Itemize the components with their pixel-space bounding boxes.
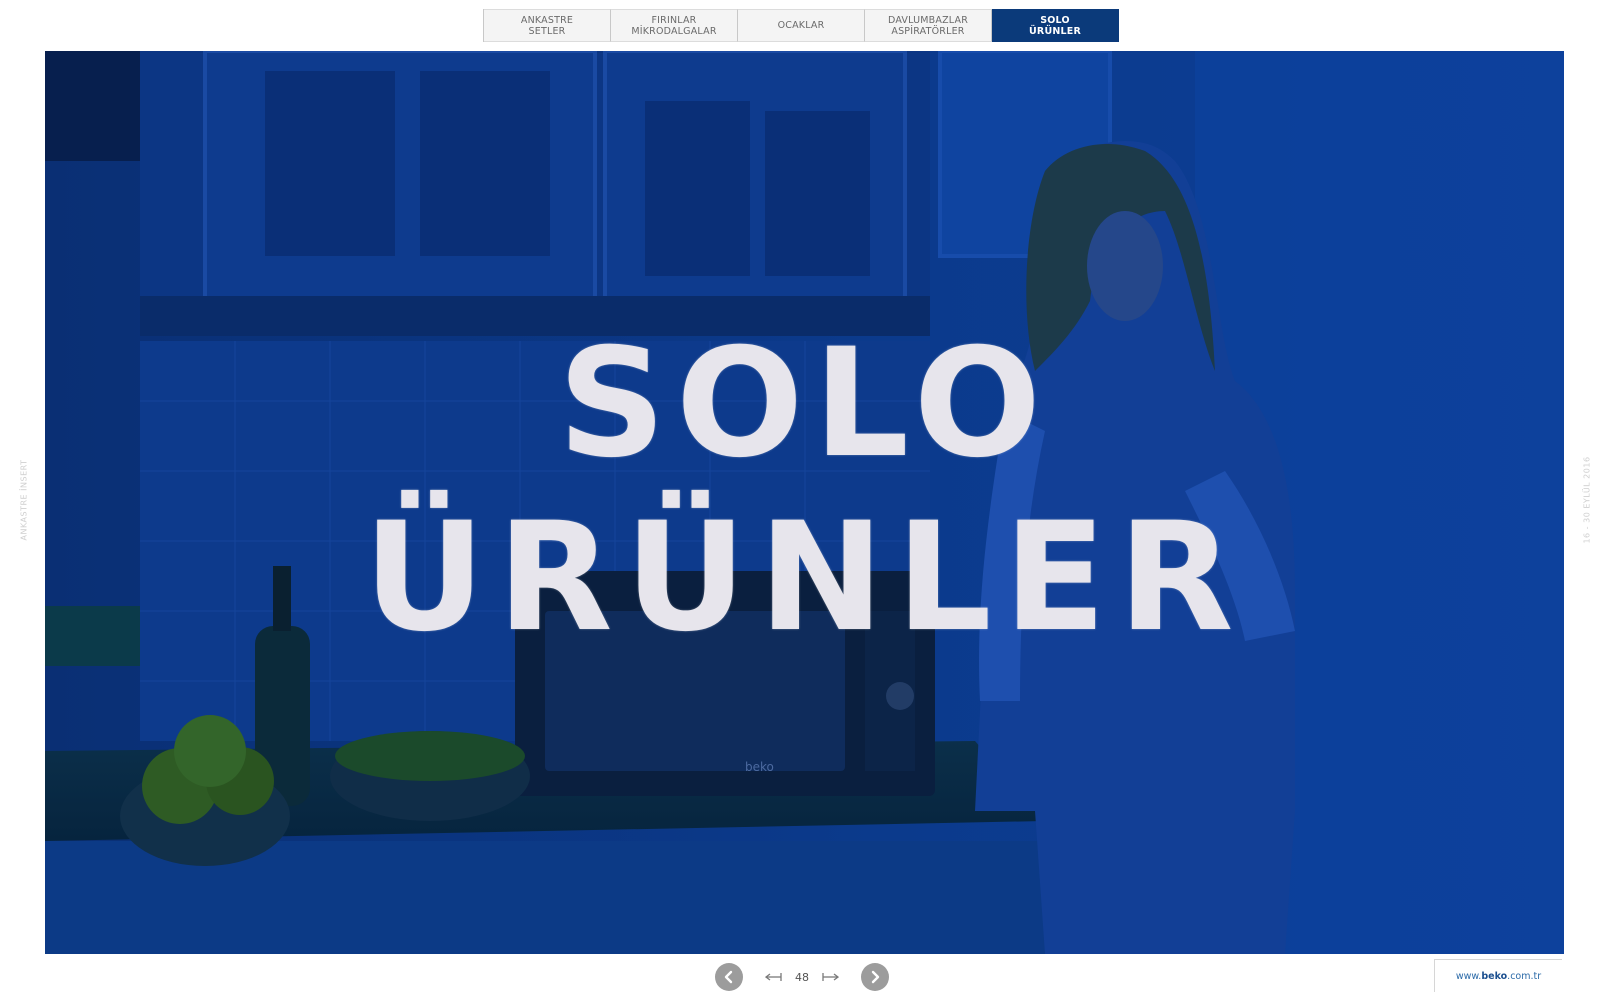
prev-page-button[interactable]	[715, 963, 743, 991]
hero-image: beko SOLO ÜRÜNLER	[45, 51, 1564, 954]
url-prefix: www.	[1455, 970, 1482, 982]
tab-davlumbazlar-aspiratorler[interactable]: DAVLUMBAZLAR ASPİRATÖRLER	[865, 9, 992, 42]
hero-title-urunler: ÜRÜNLER	[363, 491, 1246, 665]
last-page-button[interactable]	[821, 972, 839, 982]
microwave-logo: beko	[745, 760, 774, 774]
tab-ocaklar[interactable]: OCAKLAR	[738, 9, 865, 42]
chevron-right-icon	[871, 970, 880, 984]
first-page-button[interactable]	[765, 972, 783, 982]
website-link[interactable]: www. beko .com.tr	[1434, 959, 1562, 992]
chevron-left-icon	[724, 970, 733, 984]
next-page-button[interactable]	[861, 963, 889, 991]
page-number: 48	[795, 970, 809, 984]
side-label-left: ANKASTRE İNSERT	[19, 459, 29, 541]
hero-title-solo: SOLO	[557, 317, 1052, 491]
jump-first-icon	[765, 973, 782, 981]
page-navigation: 48	[715, 962, 889, 992]
url-brand: beko	[1481, 970, 1508, 982]
tab-ankastre-setler[interactable]: ANKASTRE SETLER	[484, 9, 611, 42]
tab-firinlar-mikrodalgalar[interactable]: FIRINLAR MİKRODALGALAR	[611, 9, 738, 42]
url-suffix: .com.tr	[1507, 970, 1542, 982]
pager-center: 48	[765, 971, 839, 984]
category-tabs: ANKASTRE SETLER FIRINLAR MİKRODALGALAR O…	[483, 9, 1119, 42]
side-label-right: 16 - 30 EYLÜL 2016	[1582, 456, 1592, 544]
tab-solo-urunler[interactable]: SOLO ÜRÜNLER	[992, 9, 1119, 42]
jump-last-icon	[822, 973, 839, 981]
catalog-page: ANKASTRE SETLER FIRINLAR MİKRODALGALAR O…	[0, 0, 1600, 994]
